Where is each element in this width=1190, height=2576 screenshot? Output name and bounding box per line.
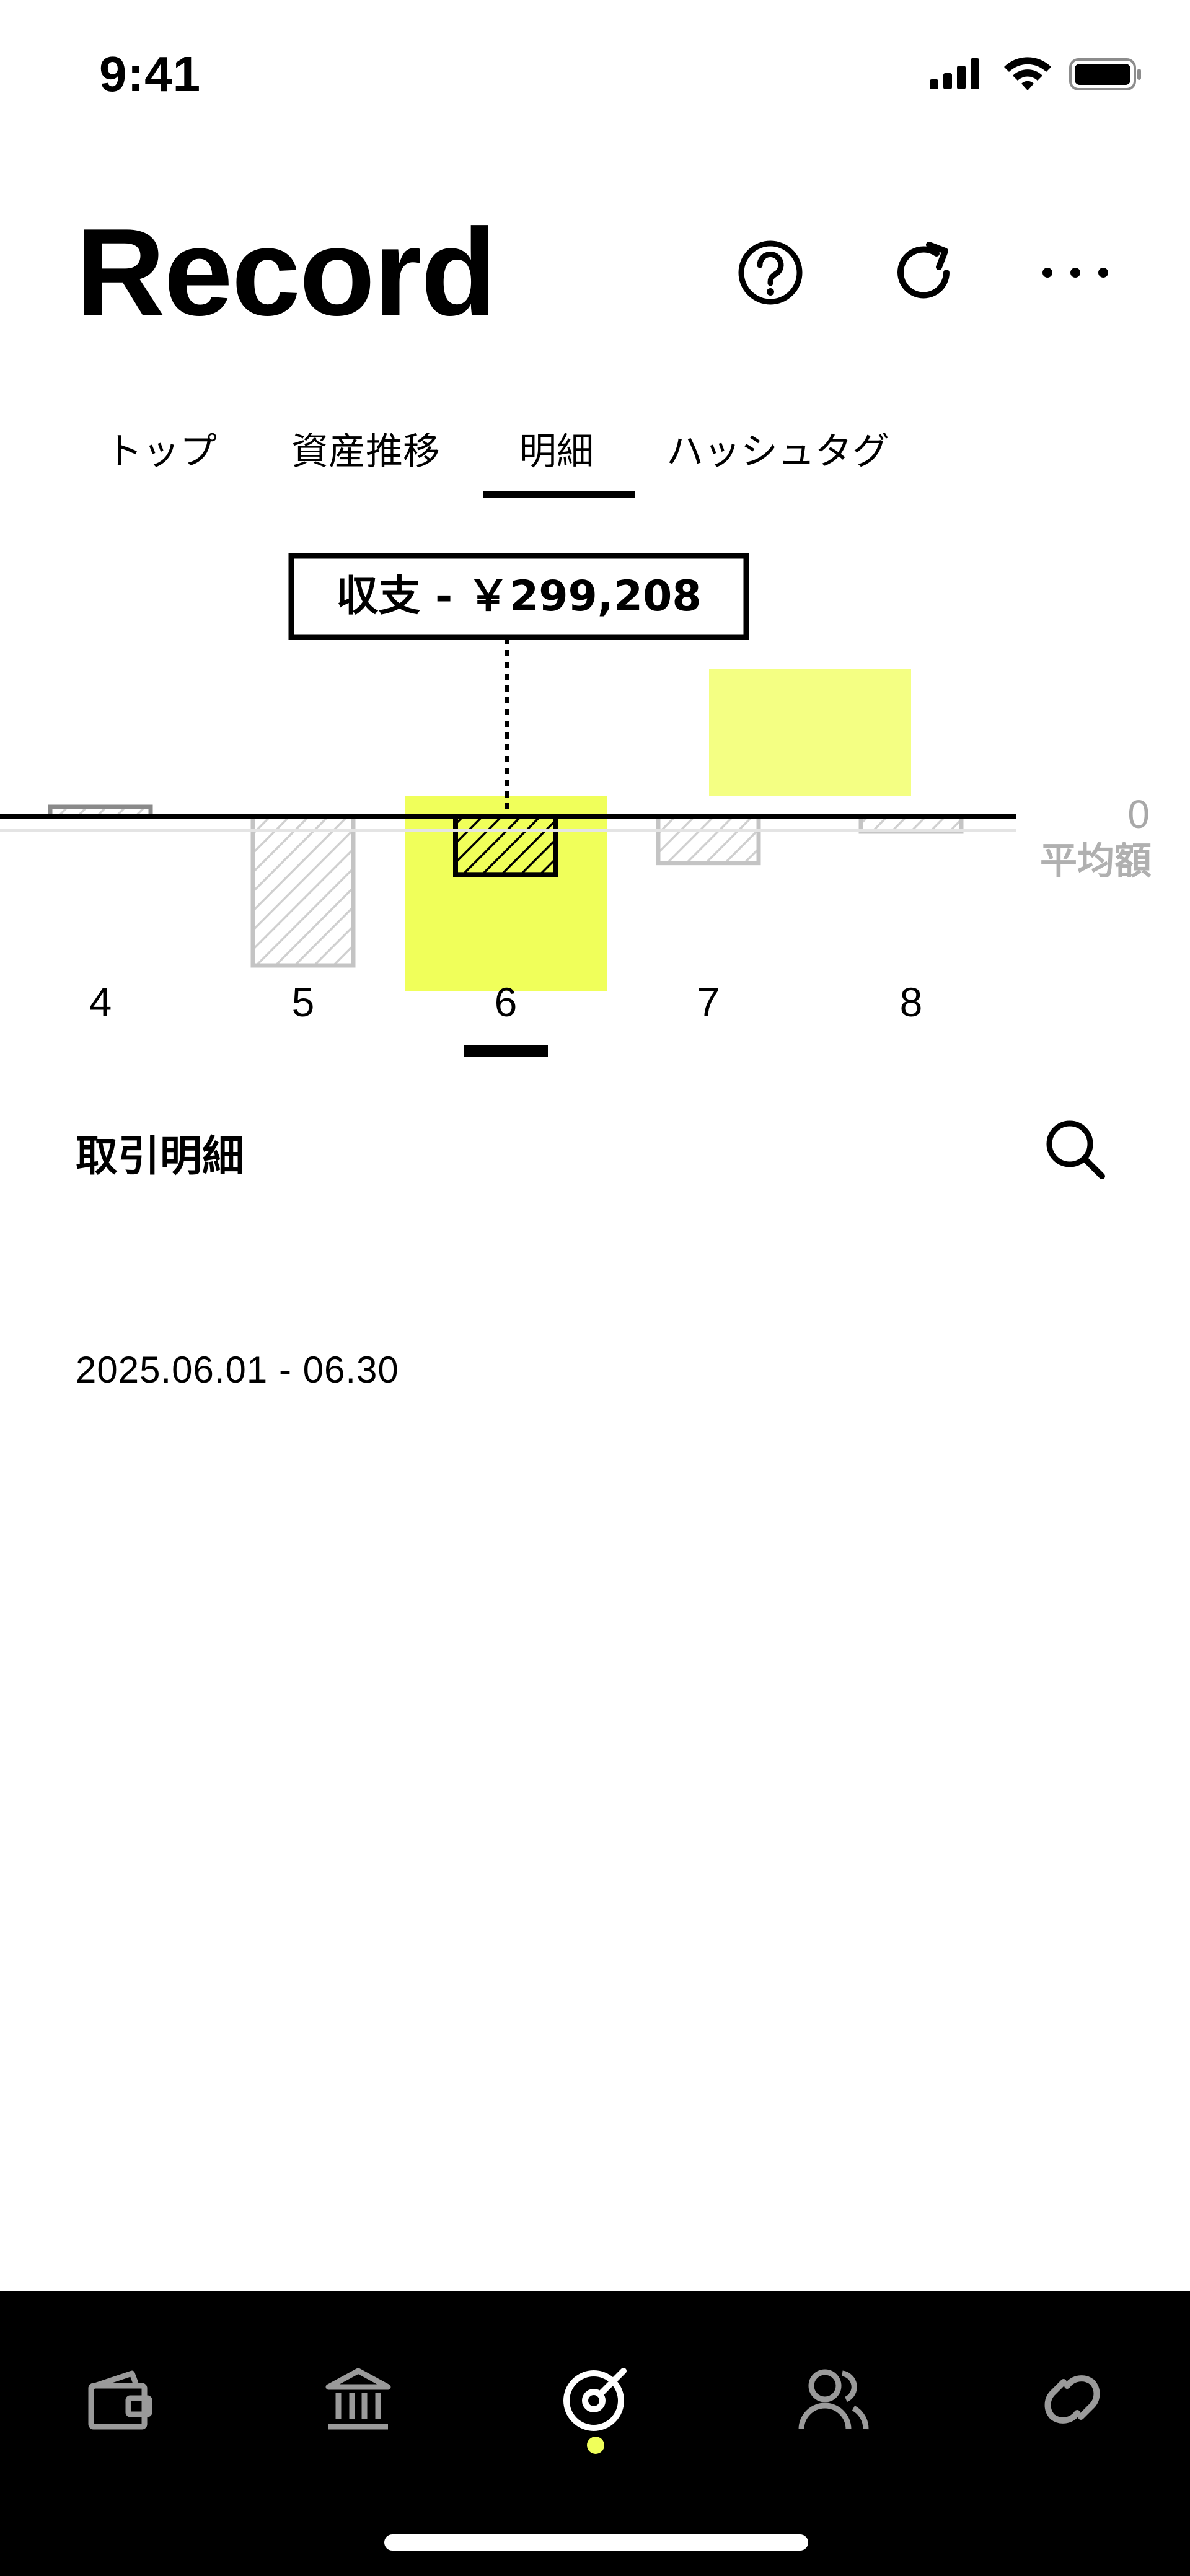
battery-icon — [1069, 58, 1141, 90]
tab-bar: トップ 資産推移 明細 ハッシュタグ — [99, 421, 967, 508]
ellipsis-icon — [1042, 268, 1108, 278]
nav-people[interactable] — [781, 2347, 886, 2452]
month-label-7[interactable]: 7 — [697, 979, 720, 1025]
month-label-8[interactable]: 8 — [900, 979, 923, 1025]
selected-month-highlight-top — [709, 669, 911, 796]
month-label-4[interactable]: 4 — [89, 979, 112, 1025]
balance-tooltip-text: 収支 - ￥299,208 — [336, 572, 701, 621]
baseline-zero-label: 0 — [1127, 792, 1150, 837]
month-label-5[interactable]: 5 — [292, 979, 315, 1025]
nav-link[interactable] — [1020, 2347, 1125, 2452]
bar-month-5[interactable] — [250, 814, 356, 968]
search-icon — [1046, 1120, 1105, 1179]
active-nav-indicator — [587, 2437, 604, 2454]
people-icon — [798, 2369, 869, 2430]
status-time: 9:41 — [99, 46, 201, 102]
help-button[interactable] — [730, 232, 811, 313]
month-label-6[interactable]: 6 — [495, 979, 518, 1025]
search-button[interactable] — [1035, 1109, 1116, 1190]
selected-month-marker — [464, 1045, 548, 1057]
status-icons — [930, 57, 1141, 90]
refresh-icon — [897, 242, 950, 299]
wallet-icon — [88, 2370, 152, 2430]
nav-bank[interactable] — [306, 2347, 411, 2452]
tab-details[interactable]: 明細 — [519, 421, 594, 475]
tab-asset-trend[interactable]: 資産推移 — [291, 421, 440, 475]
link-icon — [1044, 2375, 1100, 2424]
wifi-icon — [1004, 57, 1051, 90]
active-tab-indicator — [483, 491, 635, 498]
cellular-signal-icon — [930, 58, 979, 89]
bar-month-6[interactable] — [453, 814, 558, 877]
tab-hashtag[interactable]: ハッシュタグ — [666, 421, 889, 475]
refresh-button[interactable] — [883, 232, 964, 313]
bar-month-7[interactable] — [656, 814, 761, 866]
page-title: Record — [76, 203, 496, 341]
monthly-balance-chart[interactable]: 4 5 6 7 8 0平均額 収支 - ￥299,208 — [0, 545, 1190, 1078]
bank-icon — [325, 2368, 391, 2430]
home-indicator — [384, 2534, 808, 2551]
tab-top[interactable]: トップ — [105, 421, 217, 475]
record-icon — [563, 2368, 627, 2431]
nav-wallet[interactable] — [67, 2347, 172, 2452]
transactions-section-title: 取引明細 — [76, 1133, 245, 1180]
bottom-navigation — [0, 2291, 1190, 2576]
question-circle-icon — [738, 240, 803, 305]
average-label: 平均額 — [1040, 840, 1152, 883]
date-range-label: 2025.06.01 - 06.30 — [76, 1349, 399, 1391]
more-options-button[interactable] — [1035, 232, 1116, 313]
